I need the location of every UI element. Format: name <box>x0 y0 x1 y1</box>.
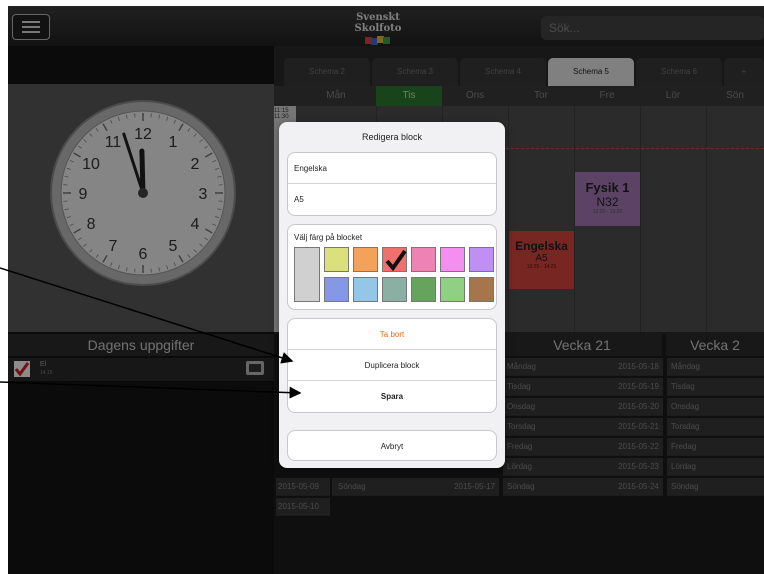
color-swatch-default[interactable] <box>294 247 320 302</box>
subject-field[interactable]: Engelska <box>288 153 496 184</box>
duplicate-button[interactable]: Duplicera block <box>288 350 496 381</box>
dialog-title: Redigera block <box>361 132 423 142</box>
color-swatch[interactable] <box>324 277 349 302</box>
color-picker-label: Välj färg på blocket <box>294 233 363 242</box>
color-swatch[interactable] <box>440 247 465 272</box>
edit-block-dialog: Redigera block Engelska A5 Välj färg på … <box>279 122 505 468</box>
color-swatch-selected[interactable] <box>382 247 407 272</box>
color-swatch[interactable] <box>353 247 378 272</box>
dialog-actions: Ta bort Duplicera block Spara <box>287 318 497 413</box>
color-picker: Välj färg på blocket <box>287 224 497 310</box>
color-swatch[interactable] <box>411 247 436 272</box>
color-swatch[interactable] <box>382 277 407 302</box>
checkmark-icon <box>385 249 407 272</box>
block-fields: Engelska A5 <box>287 152 497 216</box>
save-button[interactable]: Spara <box>288 381 496 412</box>
app-window: Svenskt Skolfoto Sök... 12 1 2 3 4 5 6 7 8 9 10 11 … <box>8 6 764 574</box>
color-swatch[interactable] <box>440 277 465 302</box>
delete-button[interactable]: Ta bort <box>288 319 496 350</box>
color-swatch[interactable] <box>411 277 436 302</box>
cancel-button[interactable]: Avbryt <box>287 430 497 461</box>
color-swatch[interactable] <box>469 277 494 302</box>
color-swatch[interactable] <box>469 247 494 272</box>
color-swatch[interactable] <box>324 247 349 272</box>
room-field[interactable]: A5 <box>288 184 496 215</box>
color-swatch[interactable] <box>353 277 378 302</box>
